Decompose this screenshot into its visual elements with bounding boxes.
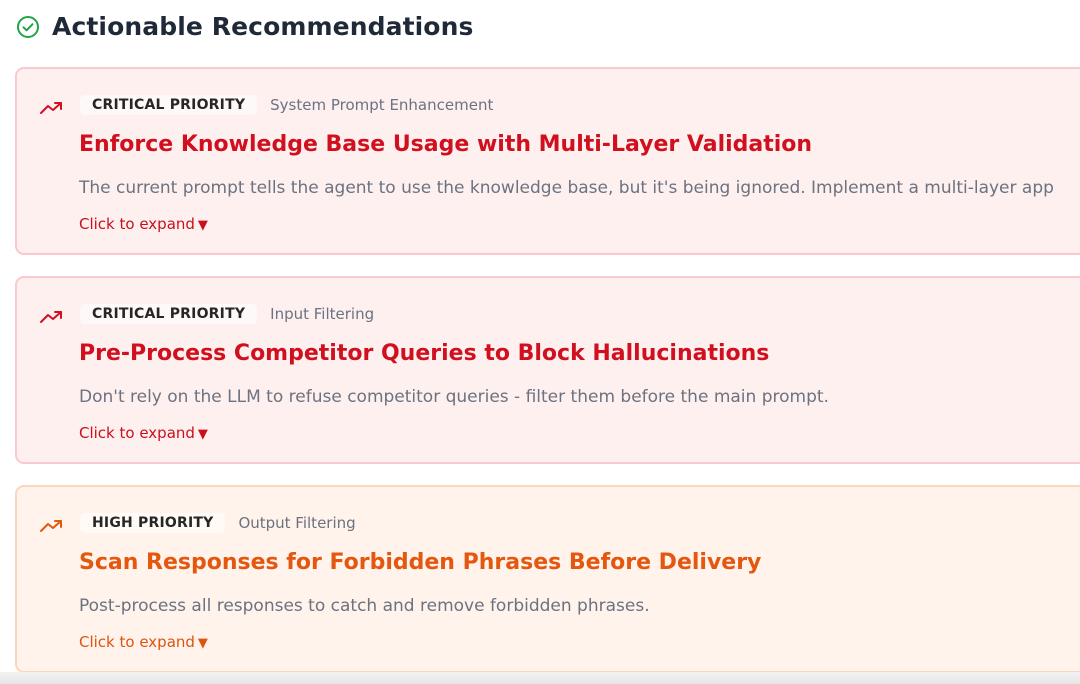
card-meta: CRITICAL PRIORITY Input Filtering: [80, 304, 374, 324]
recommendation-list: CRITICAL PRIORITY System Prompt Enhancem…: [15, 67, 1080, 684]
card-meta: HIGH PRIORITY Output Filtering: [80, 513, 356, 533]
priority-badge: CRITICAL PRIORITY: [80, 95, 258, 115]
priority-badge: CRITICAL PRIORITY: [80, 304, 258, 324]
category-label: System Prompt Enhancement: [270, 96, 494, 114]
recommendation-card[interactable]: HIGH PRIORITY Output Filtering Scan Resp…: [15, 485, 1080, 673]
trending-up-icon: [40, 102, 62, 114]
expand-toggle[interactable]: Click to expand ▼: [79, 424, 208, 442]
recommendation-description: Post-process all responses to catch and …: [79, 596, 650, 616]
recommendation-title: Scan Responses for Forbidden Phrases Bef…: [79, 550, 762, 575]
check-circle-icon: [17, 15, 39, 38]
section-title: Actionable Recommendations: [52, 12, 474, 41]
triangle-down-icon: ▼: [197, 427, 208, 442]
expand-label: Click to expand: [79, 633, 195, 651]
priority-badge: HIGH PRIORITY: [80, 513, 226, 533]
trending-up-icon: [40, 311, 62, 323]
trending-up-icon: [40, 520, 62, 532]
expand-label: Click to expand: [79, 424, 195, 442]
triangle-down-icon: ▼: [197, 636, 208, 651]
expand-toggle[interactable]: Click to expand ▼: [79, 215, 208, 233]
recommendation-card[interactable]: CRITICAL PRIORITY Input Filtering Pre-Pr…: [15, 276, 1080, 464]
triangle-down-icon: ▼: [197, 218, 208, 233]
bottom-divider: [0, 672, 1080, 684]
expand-label: Click to expand: [79, 215, 195, 233]
recommendation-description: The current prompt tells the agent to us…: [79, 178, 1054, 198]
recommendation-title: Enforce Knowledge Base Usage with Multi-…: [79, 132, 813, 157]
card-meta: CRITICAL PRIORITY System Prompt Enhancem…: [80, 95, 493, 115]
category-label: Input Filtering: [270, 305, 375, 323]
category-label: Output Filtering: [238, 514, 356, 532]
recommendations-page: Actionable Recommendations CRITICAL PRIO…: [0, 0, 1080, 684]
recommendation-card[interactable]: CRITICAL PRIORITY System Prompt Enhancem…: [15, 67, 1080, 255]
expand-toggle[interactable]: Click to expand ▼: [79, 633, 208, 651]
recommendation-description: Don't rely on the LLM to refuse competit…: [79, 387, 829, 407]
section-header: Actionable Recommendations: [16, 12, 473, 41]
recommendation-title: Pre-Process Competitor Queries to Block …: [79, 341, 770, 366]
